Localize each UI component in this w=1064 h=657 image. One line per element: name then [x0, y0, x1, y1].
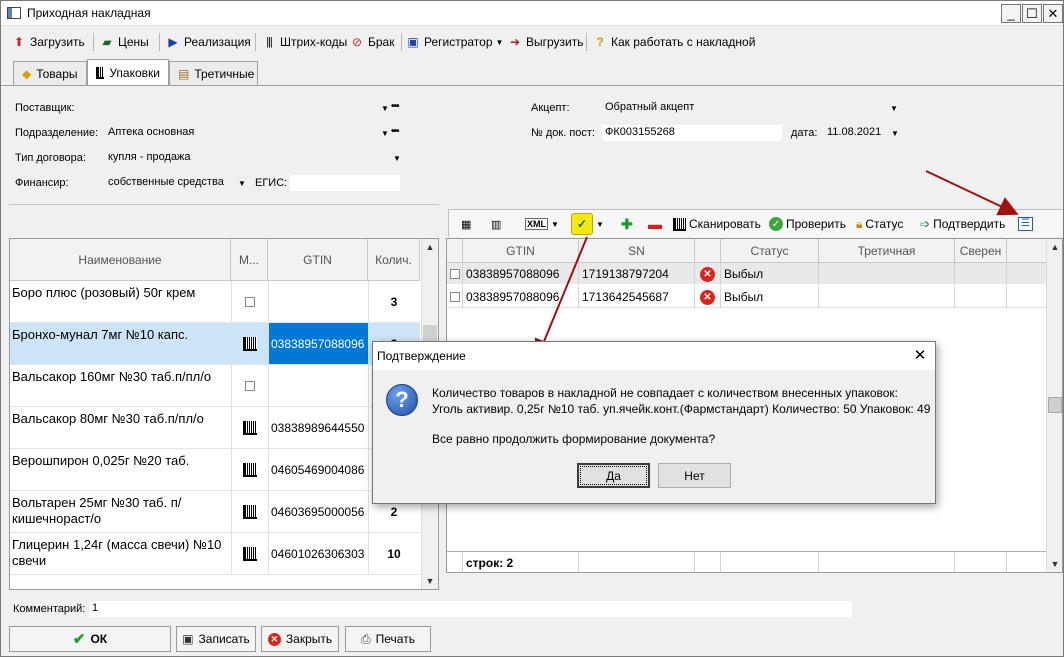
dialog-message-line1: Количество товаров в накладной не совпад…	[432, 386, 899, 400]
no-button[interactable]: Нет	[658, 463, 731, 488]
confirmation-dialog: Подтверждение ✕ ? Количество товаров в н…	[372, 341, 936, 504]
dialog-message-line3: Все равно продолжить формирование докуме…	[432, 432, 716, 446]
dialog-message-line2: Уголь активир. 0,25г №10 таб. уп.ячейк.к…	[432, 402, 931, 416]
dialog-close-icon[interactable]: ✕	[911, 347, 929, 365]
annotation-arrow	[534, 236, 588, 360]
yes-button[interactable]: Да	[577, 463, 650, 488]
window: Приходная накладная _ ☐ ✕ ⬆ Загрузить ▰ Це…	[0, 0, 1064, 657]
annotation-overlay	[534, 170, 1019, 360]
dialog-title: Подтверждение	[373, 342, 935, 370]
annotation-arrow	[925, 170, 1019, 216]
question-icon: ?	[386, 384, 418, 416]
